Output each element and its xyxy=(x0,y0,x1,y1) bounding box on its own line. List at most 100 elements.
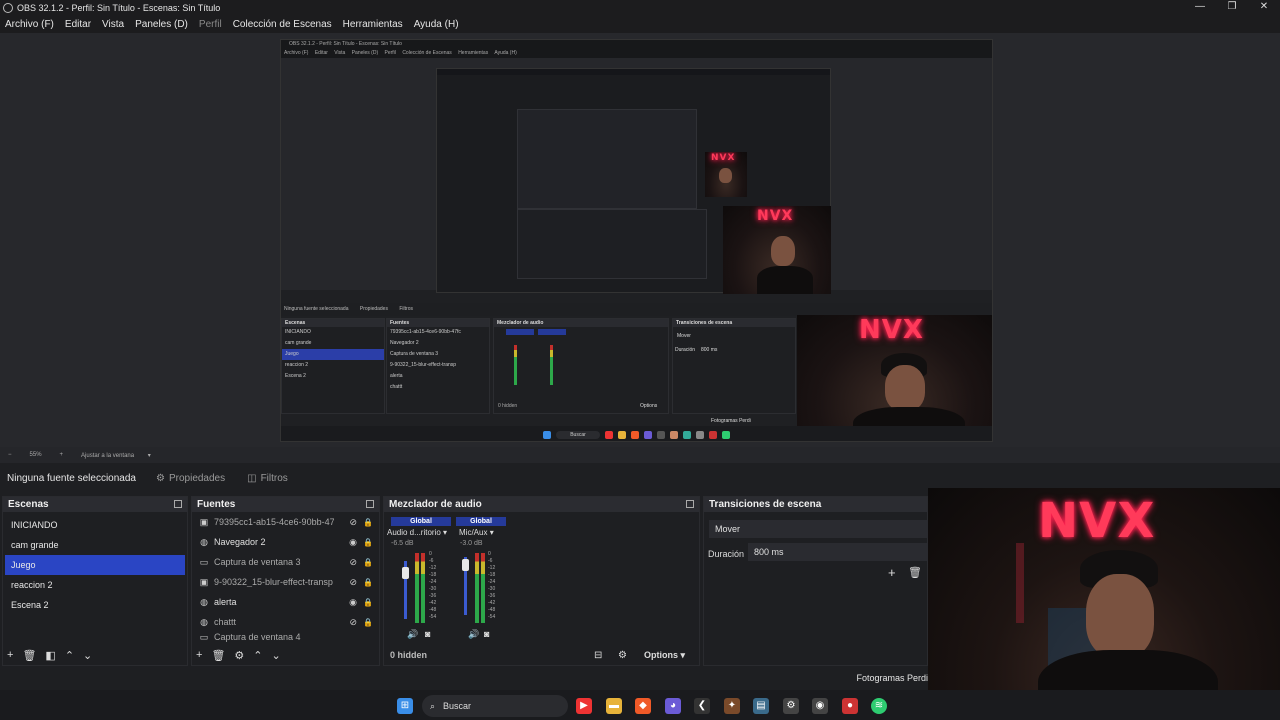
menu-ayuda[interactable]: Ayuda (H) xyxy=(414,19,459,30)
mixer-dock-header: Mezclador de audio xyxy=(384,497,699,512)
taskbar-search[interactable]: ⌕ Buscar xyxy=(422,695,568,717)
menu-coleccion-escenas[interactable]: Colección de Escenas xyxy=(233,19,332,30)
channel-global-label: Global xyxy=(391,517,451,526)
source-item[interactable]: ▭ Captura de ventana 3 ⊘ 🔒 xyxy=(192,552,379,572)
menu-paneles[interactable]: Paneles (D) xyxy=(135,19,188,30)
options-label: Options xyxy=(644,649,678,660)
spotify-icon[interactable]: ≋ xyxy=(871,698,887,714)
lock-icon[interactable]: 🔒 xyxy=(363,538,373,547)
app-icon[interactable]: ❮ xyxy=(694,698,710,714)
inner-mixer-title: Mezclador de audio xyxy=(494,319,668,327)
headphone-icon[interactable]: ◙ xyxy=(484,629,489,639)
channel-name-dropdown[interactable]: Mic/Aux ▾ xyxy=(456,526,512,540)
record-icon[interactable]: ● xyxy=(842,698,858,714)
minimize-button[interactable]: — xyxy=(1184,0,1216,15)
remove-source-button[interactable]: 🗑 xyxy=(211,649,225,662)
eye-hidden-icon[interactable]: ⊘ xyxy=(349,517,357,528)
menu-perfil[interactable]: Perfil xyxy=(199,19,222,30)
fader-knob[interactable] xyxy=(402,567,409,579)
inner-scene-item: Escena 2 xyxy=(285,373,306,379)
undock-icon[interactable] xyxy=(686,500,694,508)
source-item[interactable]: ◍ Navegador 2 ◉ 🔒 xyxy=(192,532,379,552)
move-up-button[interactable]: ⌃ xyxy=(253,649,262,662)
eye-hidden-icon[interactable]: ⊘ xyxy=(349,577,357,588)
steam-icon[interactable]: ⚙ xyxy=(783,698,799,714)
youtube-icon[interactable]: ▶ xyxy=(576,698,592,714)
eye-icon[interactable]: ◉ xyxy=(349,537,357,548)
scenes-list: INICIANDO cam grande Juego reaccion 2 Es… xyxy=(3,512,187,615)
undock-icon[interactable] xyxy=(174,500,182,508)
mixer-settings-icon[interactable]: ⚙ xyxy=(618,650,627,661)
lock-icon[interactable]: 🔒 xyxy=(363,518,373,527)
headphone-icon[interactable]: ◙ xyxy=(425,629,430,639)
inner-scene-item: reaccion 2 xyxy=(285,362,309,368)
zoom-in-button[interactable]: + xyxy=(60,452,64,458)
level-meter xyxy=(421,553,425,623)
move-down-button[interactable]: ⌄ xyxy=(83,649,92,662)
remove-scene-button[interactable]: 🗑 xyxy=(22,649,36,662)
eye-hidden-icon[interactable]: ⊘ xyxy=(349,557,357,568)
preview-canvas[interactable]: OBS 32.1.2 - Perfil: Sin Título - Escena… xyxy=(280,39,993,442)
brave-icon[interactable]: ◆ xyxy=(635,698,651,714)
add-scene-button[interactable]: + xyxy=(7,649,13,661)
source-item[interactable]: ▣ 79395cc1-ab15-4ce6-90bb-47fc ⊘ 🔒 xyxy=(192,512,379,532)
discord-icon[interactable]: ◕ xyxy=(665,698,681,714)
options-button[interactable]: Options ▾ xyxy=(644,650,685,661)
menu-vista[interactable]: Vista xyxy=(102,19,124,30)
windows-start-icon[interactable]: ⊞ xyxy=(397,698,413,714)
monitor-icon[interactable]: ▤ xyxy=(753,698,769,714)
menu-editar[interactable]: Editar xyxy=(65,19,91,30)
speaker-icon[interactable]: 🔊 xyxy=(407,629,418,640)
source-item[interactable]: ▭ Captura de ventana 4 xyxy=(192,632,379,642)
lock-icon[interactable]: 🔒 xyxy=(363,578,373,587)
move-down-button[interactable]: ⌄ xyxy=(272,649,281,662)
close-button[interactable]: ✕ xyxy=(1248,0,1280,15)
fit-to-window-dropdown[interactable]: Ajustar a la ventana ▾ xyxy=(81,452,151,459)
lock-icon[interactable]: 🔒 xyxy=(363,618,373,627)
properties-label: Propiedades xyxy=(168,472,226,484)
add-source-button[interactable]: + xyxy=(196,649,202,661)
move-up-button[interactable]: ⌃ xyxy=(65,649,74,662)
chevron-down-icon: ▾ xyxy=(489,528,494,537)
inner-menu-item: Herramientas xyxy=(458,50,489,56)
lock-icon[interactable]: 🔒 xyxy=(363,558,373,567)
scale-tick: -24 xyxy=(488,579,496,585)
scene-item-cam-grande[interactable]: cam grande xyxy=(5,535,185,555)
maximize-button[interactable]: ❐ xyxy=(1216,0,1248,15)
scene-item-iniciando[interactable]: INICIANDO xyxy=(5,515,185,535)
scene-filters-button[interactable]: ◧ xyxy=(45,649,55,662)
scene-item-juego[interactable]: Juego xyxy=(5,555,185,575)
source-label: alerta xyxy=(214,597,237,607)
zoom-out-button[interactable]: − xyxy=(8,452,12,458)
scene-item-reaccion-2[interactable]: reaccion 2 xyxy=(5,575,185,595)
remove-transition-button[interactable]: 🗑 xyxy=(908,566,922,579)
menu-herramientas[interactable]: Herramientas xyxy=(343,19,403,30)
source-item[interactable]: ◍ chattt ⊘ 🔒 xyxy=(192,612,379,632)
duration-input[interactable]: 800 ms xyxy=(748,543,928,561)
inner-filters-label: Filtros xyxy=(399,306,413,312)
inner-scenes-dock: Escenas INICIANDO cam grande Juego reacc… xyxy=(281,318,385,414)
source-settings-icon[interactable]: ⚙ xyxy=(234,649,244,662)
scene-item-escena-2[interactable]: Escena 2 xyxy=(5,595,185,615)
menu-archivo[interactable]: Archivo (F) xyxy=(5,19,54,30)
source-item[interactable]: ◍ alerta ◉ 🔒 xyxy=(192,592,379,612)
game-icon[interactable]: ✦ xyxy=(724,698,740,714)
mixer-layout-icon[interactable]: ⊟ xyxy=(594,650,602,661)
folder-icon[interactable]: ▬ xyxy=(606,698,622,714)
undock-icon[interactable] xyxy=(366,500,374,508)
eye-hidden-icon[interactable]: ⊘ xyxy=(349,617,357,628)
transitions-dock: Transiciones de escena Mover Duración 80… xyxy=(703,496,929,666)
eye-icon[interactable]: ◉ xyxy=(349,597,357,608)
obs-icon[interactable]: ◉ xyxy=(812,698,828,714)
fit-label: Ajustar a la ventana xyxy=(81,452,135,459)
speaker-icon[interactable]: 🔊 xyxy=(468,629,479,640)
inner-mixer-dock: Mezclador de audio 0 hidden Options xyxy=(493,318,669,414)
filters-button[interactable]: ◫ Filtros xyxy=(241,470,294,487)
fader-knob[interactable] xyxy=(462,559,469,571)
properties-button[interactable]: ⚙ Propiedades xyxy=(150,470,231,487)
transition-select[interactable]: Mover xyxy=(709,520,929,538)
lock-icon[interactable]: 🔒 xyxy=(363,598,373,607)
source-item[interactable]: ▣ 9-90322_15-blur-effect-transp ⊘ 🔒 xyxy=(192,572,379,592)
channel-name-dropdown[interactable]: Audio d...ritorio ▾ xyxy=(387,526,447,540)
add-transition-button[interactable]: + xyxy=(888,565,896,580)
